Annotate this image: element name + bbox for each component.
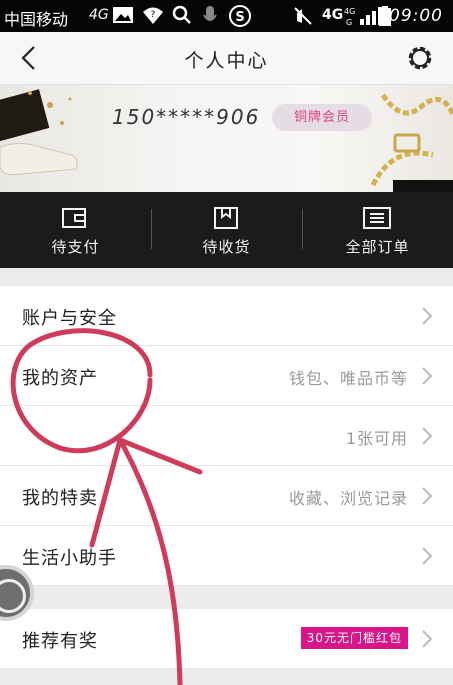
pending-receipt-button[interactable]: 待收货 — [151, 192, 302, 268]
user-phone: 150*****906 — [112, 105, 261, 129]
package-icon — [214, 207, 238, 229]
network-type: 4G — [89, 7, 109, 23]
carrier-name: 中国移动 — [4, 10, 69, 29]
menu-list: 账户与安全 我的资产 钱包、唯品币等 1张可用 我的特卖 收藏、浏览记录 生活小… — [0, 286, 453, 586]
menu-item-my-sales[interactable]: 我的特卖 收藏、浏览记录 — [0, 466, 453, 526]
pending-receipt-label: 待收货 — [202, 238, 251, 256]
chevron-right-icon — [422, 427, 433, 445]
svg-text:?: ? — [151, 10, 156, 20]
menu-item-value: 1张可用 — [345, 429, 408, 448]
menu-item-account-security[interactable]: 账户与安全 — [0, 286, 453, 346]
order-shortcuts: 待支付 待收货 全部订单 — [0, 192, 453, 268]
gear-icon[interactable] — [405, 43, 435, 73]
status-bar: 中国移动 4G ? S 4G 4G G 09:00 — [0, 0, 453, 32]
chevron-right-icon — [422, 307, 433, 325]
clock: 09:00 — [389, 6, 443, 26]
svg-text:S: S — [235, 10, 244, 25]
member-badge[interactable]: 铜牌会员 — [272, 104, 372, 131]
profile-banner: 150*****906 铜牌会员 — [0, 85, 453, 192]
mute-icon — [294, 7, 312, 25]
bag-decoration — [370, 93, 453, 192]
pending-payment-button[interactable]: 待支付 — [0, 192, 151, 268]
menu-item-label: 我的资产 — [22, 368, 98, 389]
menu-item-referral[interactable]: 推荐有奖 30元无门槛红包 — [0, 609, 453, 669]
chevron-right-icon — [422, 487, 433, 505]
promo-badge: 30元无门槛红包 — [300, 627, 408, 649]
menu-item-label: 生活小助手 — [22, 548, 117, 569]
shoe-decoration — [0, 89, 78, 176]
mic-icon — [203, 6, 217, 21]
all-orders-button[interactable]: 全部订单 — [302, 192, 453, 268]
menu-item-label: 账户与安全 — [22, 308, 117, 329]
menu-item-label: 推荐有奖 — [22, 631, 98, 652]
search-icon — [172, 5, 191, 24]
menu-item-value: 钱包、唯品币等 — [288, 369, 408, 388]
menu-item-my-assets[interactable]: 我的资产 钱包、唯品币等 — [0, 346, 453, 406]
list-icon — [363, 207, 391, 229]
svg-text:G: G — [346, 18, 352, 27]
menu-item-label: 我的特卖 — [22, 488, 98, 509]
chevron-right-icon — [422, 630, 433, 648]
menu-item-coupons[interactable]: 1张可用 — [0, 406, 453, 466]
menu-item-value: 收藏、浏览记录 — [288, 489, 408, 508]
menu-list-secondary: 推荐有奖 30元无门槛红包 — [0, 609, 453, 669]
wifi-icon: ? — [143, 7, 163, 24]
network-type-right: 4G — [322, 7, 344, 23]
pending-payment-label: 待支付 — [51, 238, 100, 256]
all-orders-label: 全部订单 — [345, 238, 410, 256]
svg-text:4G: 4G — [344, 7, 355, 16]
page-title: 个人中心 — [184, 50, 269, 72]
menu-item-life-assistant[interactable]: 生活小助手 — [0, 526, 453, 586]
title-bar: 个人中心 — [0, 32, 453, 85]
wallet-icon — [62, 208, 86, 228]
s-icon: S — [229, 5, 251, 27]
chevron-right-icon — [422, 367, 433, 385]
chevron-right-icon — [422, 547, 433, 565]
image-icon — [113, 7, 133, 23]
